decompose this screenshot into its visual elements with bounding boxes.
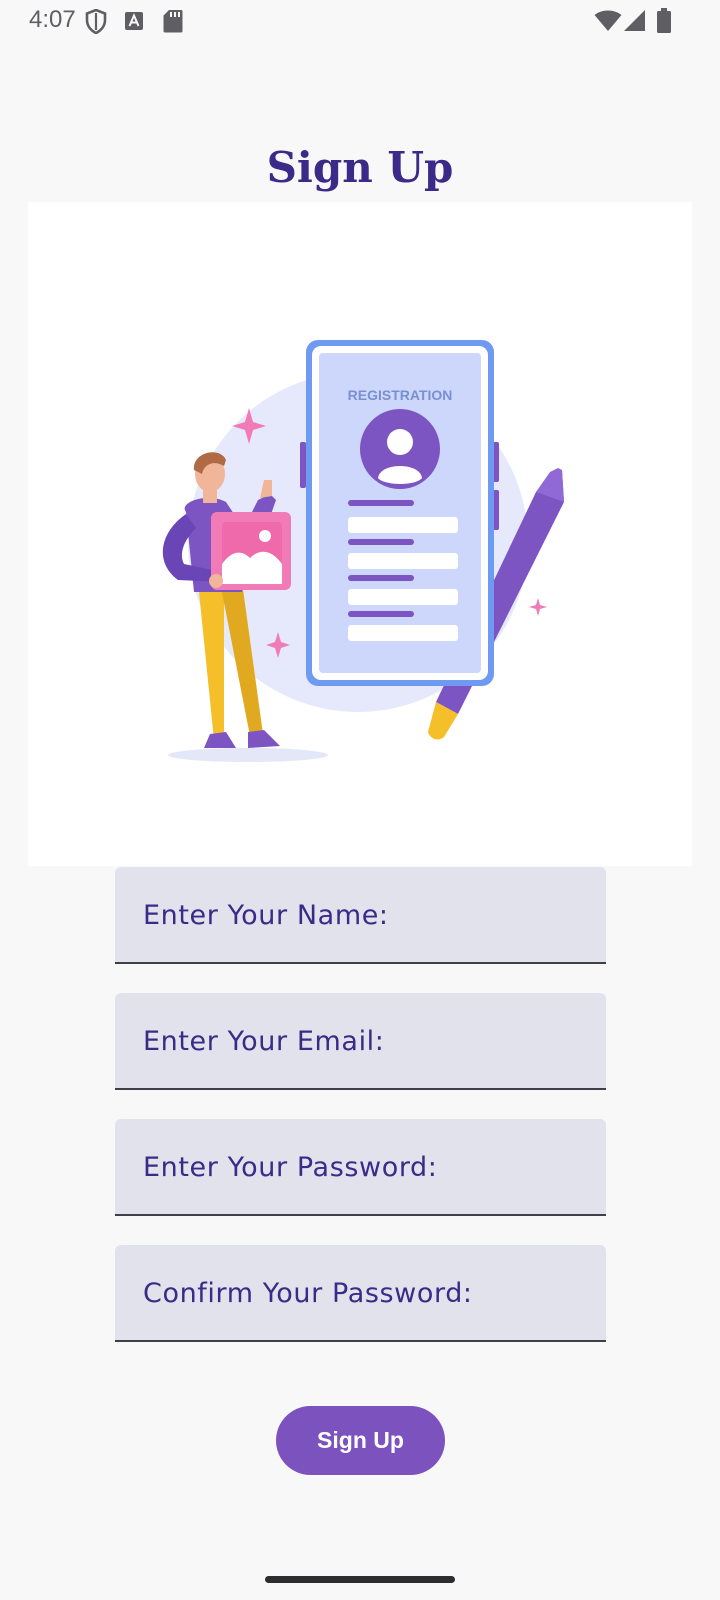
ground-shadow bbox=[168, 748, 328, 762]
email-field-label: Enter Your Email: bbox=[143, 1026, 385, 1057]
password-field[interactable]: Enter Your Password: bbox=[115, 1119, 606, 1216]
signup-button[interactable]: Sign Up bbox=[276, 1406, 445, 1475]
confirm-password-field[interactable]: Confirm Your Password: bbox=[115, 1245, 606, 1342]
status-time: 4:07 bbox=[29, 6, 76, 33]
sd-card-icon bbox=[163, 10, 183, 33]
phone-heading: REGISTRATION bbox=[348, 387, 453, 403]
email-field[interactable]: Enter Your Email: bbox=[115, 993, 606, 1090]
phone-icon: REGISTRATION bbox=[300, 340, 499, 686]
name-field[interactable]: Enter Your Name: bbox=[115, 867, 606, 964]
signal-icon bbox=[624, 10, 645, 31]
confirm-password-field-label: Confirm Your Password: bbox=[143, 1278, 473, 1309]
registration-illustration-svg: REGISTRATION bbox=[162, 340, 564, 762]
name-field-label: Enter Your Name: bbox=[143, 900, 389, 931]
page-title: Sign Up bbox=[266, 143, 454, 192]
registration-illustration: REGISTRATION bbox=[28, 202, 692, 866]
sparkle-icon bbox=[529, 598, 547, 616]
home-indicator[interactable] bbox=[265, 1576, 455, 1583]
password-field-label: Enter Your Password: bbox=[143, 1152, 438, 1183]
wifi-icon bbox=[594, 10, 622, 31]
status-bar: 4:07 bbox=[0, 0, 720, 42]
shield-icon bbox=[85, 9, 107, 34]
battery-icon bbox=[657, 8, 671, 33]
a-box-icon bbox=[125, 12, 143, 30]
